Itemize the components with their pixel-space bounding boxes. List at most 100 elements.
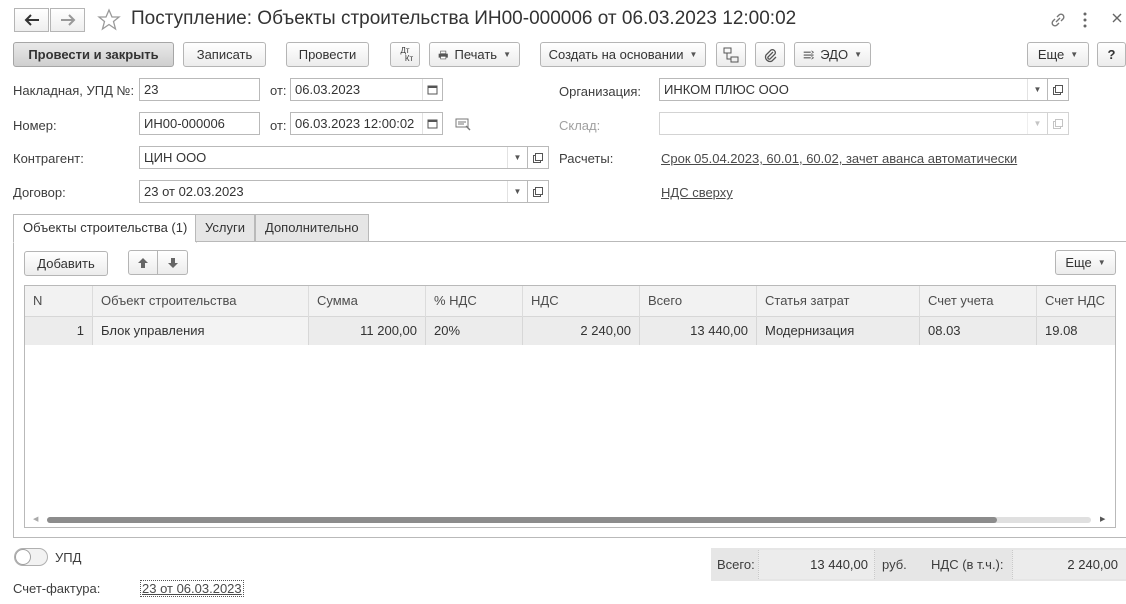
chevron-down-icon: ▼ <box>689 50 698 59</box>
comment-icon <box>455 118 471 131</box>
open-icon <box>533 186 543 197</box>
scrollbar-thumb[interactable] <box>47 517 997 523</box>
column-header-n[interactable]: N <box>25 286 93 317</box>
vat-total-value: 2 240,00 <box>1067 557 1118 572</box>
more-button[interactable]: Еще ▼ <box>1027 42 1089 67</box>
organization-open-button[interactable] <box>1047 78 1069 101</box>
number-date-value: 06.03.2023 12:00:02 <box>295 116 415 131</box>
cell-account[interactable]: 08.03 <box>920 317 1037 345</box>
tab-construction-objects[interactable]: Объекты строительства (1) <box>13 214 198 243</box>
column-header-vat[interactable]: НДС <box>523 286 640 317</box>
chevron-down-icon: ▼ <box>1070 50 1079 59</box>
save-button[interactable]: Записать <box>183 42 266 67</box>
contract-dropdown[interactable]: ▼ <box>507 181 527 202</box>
table-more-button[interactable]: Еще ▼ <box>1055 250 1116 275</box>
close-icon <box>1112 13 1122 23</box>
warehouse-dropdown[interactable]: ▼ <box>1027 113 1047 134</box>
warehouse-open-button[interactable] <box>1047 112 1069 135</box>
column-header-amount[interactable]: Сумма <box>309 286 426 317</box>
dt-kt-button[interactable]: Дт Кт <box>390 42 420 67</box>
cell-vat-rate[interactable]: 20% <box>426 317 523 345</box>
cell-total[interactable]: 13 440,00 <box>640 317 757 345</box>
column-header-vat-account[interactable]: Счет НДС <box>1037 286 1115 317</box>
chevron-down-icon: ▼ <box>513 153 522 162</box>
contract-label: Договор: <box>13 185 66 200</box>
invoice-date-input[interactable]: 06.03.2023 <box>290 78 443 101</box>
invoice-date-value: 06.03.2023 <box>295 82 361 97</box>
cell-vat-account[interactable]: 19.08 <box>1037 317 1115 345</box>
cell-n[interactable]: 1 <box>25 317 93 345</box>
link-button[interactable] <box>1049 11 1067 32</box>
invoice-date-from-label: от: <box>270 83 287 98</box>
forward-button[interactable] <box>50 8 85 32</box>
scroll-left-icon[interactable]: ◀ <box>33 515 38 523</box>
arrow-right-icon <box>60 14 75 26</box>
invoice-number-input[interactable]: 23 <box>139 78 260 101</box>
menu-button[interactable] <box>1081 11 1089 32</box>
column-header-cost-item[interactable]: Статья затрат <box>757 286 920 317</box>
upd-toggle[interactable] <box>14 548 48 566</box>
edo-icon <box>803 49 815 60</box>
column-header-account[interactable]: Счет учета <box>920 286 1037 317</box>
number-date-input[interactable]: 06.03.2023 12:00:02 <box>290 112 443 135</box>
print-button[interactable]: Печать ▼ <box>429 42 520 67</box>
total-value: 13 440,00 <box>810 557 868 572</box>
cell-cost-item[interactable]: Модернизация <box>757 317 920 345</box>
table-row[interactable]: 1 Блок управления 11 200,00 20% 2 240,00… <box>25 317 1115 345</box>
open-icon <box>533 152 543 163</box>
counterparty-value: ЦИН ООО <box>144 150 207 165</box>
organization-dropdown[interactable]: ▼ <box>1027 79 1047 100</box>
column-header-vat-rate[interactable]: % НДС <box>426 286 523 317</box>
paperclip-icon <box>764 48 777 62</box>
vat-total-label: НДС (в т.ч.): <box>931 557 1004 572</box>
cell-amount[interactable]: 11 200,00 <box>309 317 426 345</box>
contract-open-button[interactable] <box>527 180 549 203</box>
settlements-link[interactable]: Срок 05.04.2023, 60.01, 60.02, зачет ава… <box>661 151 1017 166</box>
chevron-down-icon: ▼ <box>1097 258 1106 267</box>
currency-label: руб. <box>882 557 907 572</box>
cell-vat[interactable]: 2 240,00 <box>523 317 640 345</box>
horizontal-scrollbar[interactable]: ◀ ▶ <box>25 512 1115 527</box>
arrow-down-icon <box>167 257 178 268</box>
move-up-button[interactable] <box>128 250 158 275</box>
add-row-button[interactable]: Добавить <box>24 251 108 276</box>
counterparty-open-button[interactable] <box>527 146 549 169</box>
attach-button[interactable] <box>755 42 785 67</box>
settlements-label: Расчеты: <box>559 151 614 166</box>
number-input[interactable]: ИН00-000006 <box>139 112 260 135</box>
number-label: Номер: <box>13 118 57 133</box>
counterparty-dropdown[interactable]: ▼ <box>507 147 527 168</box>
upd-label: УПД <box>55 550 82 565</box>
contract-input[interactable]: 23 от 02.03.2023 ▼ <box>139 180 528 203</box>
move-down-button[interactable] <box>157 250 188 275</box>
organization-label: Организация: <box>559 84 642 99</box>
column-header-total[interactable]: Всего <box>640 286 757 317</box>
organization-value: ИНКОМ ПЛЮС ООО <box>664 82 789 97</box>
calendar-button[interactable] <box>422 113 442 134</box>
structure-button[interactable] <box>716 42 746 67</box>
more-vertical-icon <box>1083 12 1087 28</box>
help-button[interactable]: ? <box>1097 42 1126 67</box>
create-based-on-button[interactable]: Создать на основании ▼ <box>540 42 706 67</box>
column-header-object[interactable]: Объект строительства <box>93 286 309 317</box>
invoice-footer-link[interactable]: 23 от 06.03.2023 <box>140 580 244 597</box>
tab-additional[interactable]: Дополнительно <box>255 214 369 242</box>
total-label: Всего: <box>717 557 755 572</box>
calendar-icon <box>427 85 438 95</box>
cell-object[interactable]: Блок управления <box>93 317 309 345</box>
invoice-label: Накладная, УПД №: <box>13 83 135 98</box>
vat-link[interactable]: НДС сверху <box>661 185 733 200</box>
post-button[interactable]: Провести <box>286 42 369 67</box>
favorite-button[interactable] <box>97 8 121 35</box>
close-button[interactable] <box>1110 11 1124 28</box>
edo-button[interactable]: ЭДО ▼ <box>794 42 871 67</box>
scroll-right-icon[interactable]: ▶ <box>1100 515 1105 523</box>
warehouse-input[interactable]: ▼ <box>659 112 1048 135</box>
organization-input[interactable]: ИНКОМ ПЛЮС ООО ▼ <box>659 78 1048 101</box>
tab-services[interactable]: Услуги <box>195 214 255 242</box>
calendar-button[interactable] <box>422 79 442 100</box>
post-and-close-button[interactable]: Провести и закрыть <box>13 42 174 67</box>
comment-button[interactable] <box>455 117 471 134</box>
back-button[interactable] <box>14 8 49 32</box>
counterparty-input[interactable]: ЦИН ООО ▼ <box>139 146 528 169</box>
